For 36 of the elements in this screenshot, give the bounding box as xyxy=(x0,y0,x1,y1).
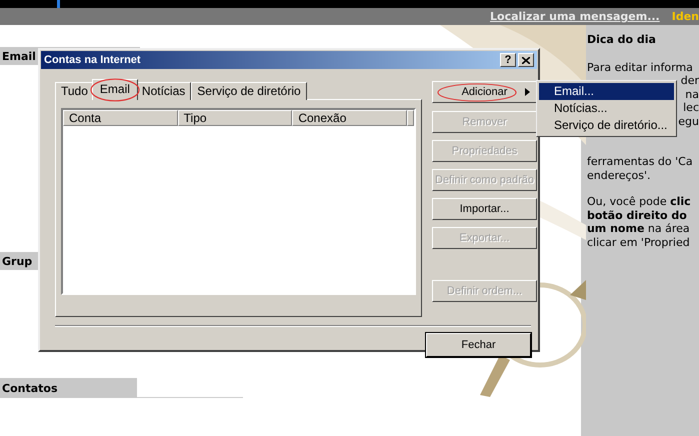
menu-item[interactable]: Email... xyxy=(539,83,674,100)
close-button[interactable] xyxy=(518,53,534,67)
menu-item[interactable]: Notícias... xyxy=(539,100,674,117)
tip-text: egu xyxy=(678,114,699,128)
tab[interactable]: Notícias xyxy=(136,82,192,100)
tip-text: um nome na área xyxy=(586,222,690,235)
tab[interactable]: Tudo xyxy=(55,82,94,100)
tip-text: ferramentas do 'Ca xyxy=(586,155,693,168)
tip-text: botão direito do xyxy=(586,208,687,222)
column-header[interactable]: Conexão xyxy=(292,110,408,126)
tab[interactable]: Email xyxy=(92,79,138,100)
window-title: Contas na Internet xyxy=(44,54,142,66)
highlight-ellipse xyxy=(90,78,140,102)
menu-item[interactable]: Serviço de diretório... xyxy=(539,117,674,134)
tip-text: der xyxy=(680,74,699,88)
submenu-arrow-icon xyxy=(525,88,530,96)
tab[interactable]: Serviço de diretório xyxy=(191,82,307,100)
tip-text: Ou, você pode clic xyxy=(586,195,691,208)
find-message-link[interactable]: Localizar uma mensagem... xyxy=(490,10,660,23)
section-heading: Contatos xyxy=(1,382,58,394)
tip-text: endereços'. xyxy=(586,168,651,182)
tab-marker xyxy=(57,0,60,8)
tip-text: lec xyxy=(683,101,699,114)
close-icon xyxy=(522,56,530,64)
tip-text: na xyxy=(685,88,699,101)
dialog-button[interactable]: Adicionar xyxy=(432,81,537,103)
column-header[interactable]: Tipo xyxy=(178,110,292,126)
section-heading: Grup xyxy=(1,254,32,268)
tip-title: Dica do dia xyxy=(586,33,657,46)
tip-text: clicar em 'Propried xyxy=(586,236,690,248)
help-button[interactable]: ? xyxy=(500,53,516,67)
column-header[interactable]: Conta xyxy=(63,110,178,126)
tip-text: Para editar informa xyxy=(586,60,693,74)
close-dialog-button[interactable]: Fechar xyxy=(426,333,531,357)
section-heading: Email xyxy=(1,50,36,62)
dialog-button[interactable]: Importar... xyxy=(432,198,537,220)
